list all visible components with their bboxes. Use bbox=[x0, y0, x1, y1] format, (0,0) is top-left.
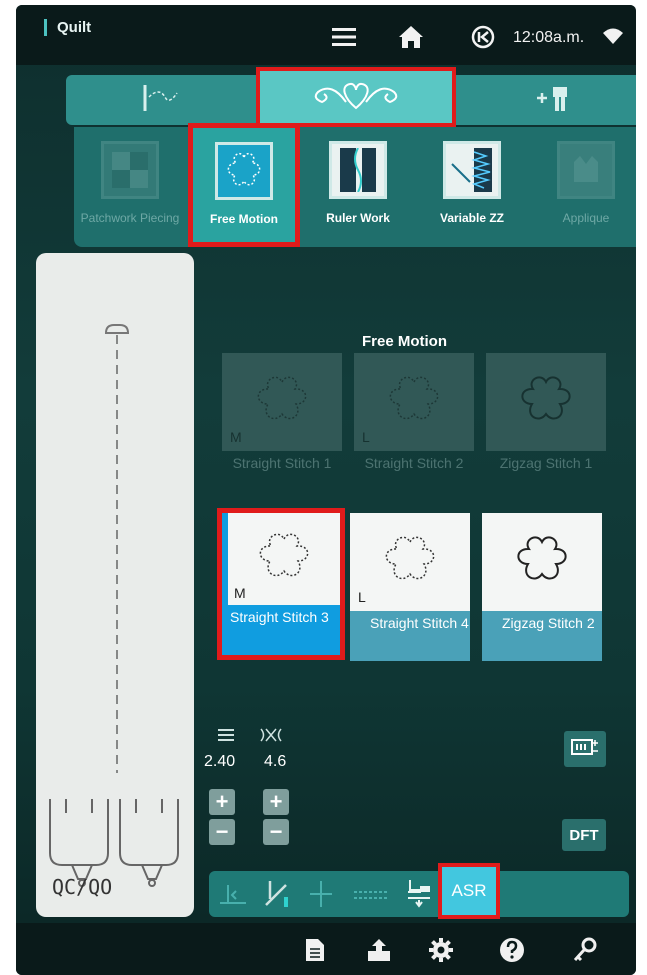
settings-icon[interactable] bbox=[428, 937, 454, 968]
file-icon[interactable] bbox=[304, 937, 326, 968]
stitch-preview-panel: QC/QO bbox=[36, 253, 194, 917]
stitch-preview-graphic bbox=[49, 324, 179, 887]
stitch-length-value: 2.40 bbox=[204, 753, 236, 770]
heart-flourish-icon bbox=[306, 78, 406, 117]
length-plus-button[interactable]: + bbox=[209, 789, 235, 815]
ruler-work-icon bbox=[329, 141, 387, 199]
stitch-thumbnail bbox=[350, 513, 470, 611]
function-toolbar: ASR bbox=[209, 863, 629, 919]
stitch-thumbnail bbox=[482, 513, 602, 611]
tie-off-icon[interactable] bbox=[213, 871, 253, 917]
quilt-tab[interactable] bbox=[256, 67, 456, 127]
home-icon[interactable] bbox=[398, 25, 424, 54]
stitch-label: Straight Stitch 4 bbox=[350, 611, 470, 661]
stitch-tile-straight-3[interactable]: M Straight Stitch 3 bbox=[217, 508, 345, 660]
stitch-settings-icon bbox=[571, 737, 599, 762]
stitch-length-icon bbox=[218, 727, 234, 748]
presser-foot-lift-icon[interactable] bbox=[399, 871, 439, 917]
foot-letter: L bbox=[358, 589, 366, 605]
width-minus-button[interactable]: − bbox=[263, 819, 289, 845]
section-title: Free Motion bbox=[362, 333, 447, 350]
technique-label: Applique bbox=[562, 211, 610, 225]
needle-position-icon[interactable] bbox=[301, 871, 341, 917]
help-icon[interactable] bbox=[499, 937, 525, 968]
stitch-tile-straight-1[interactable]: M Straight Stitch 1 bbox=[222, 353, 342, 501]
accessory-tab[interactable] bbox=[466, 75, 636, 125]
technique-label: Patchwork Piecing bbox=[80, 211, 180, 225]
foot-letter: L bbox=[362, 429, 370, 445]
wifi-icon bbox=[602, 27, 624, 50]
presser-foot-plus-icon bbox=[535, 83, 575, 118]
stitch-width-icon bbox=[260, 727, 282, 748]
stitch-label: Straight Stitch 2 bbox=[364, 455, 464, 471]
stitch-tile-zigzag-1[interactable]: Zigzag Stitch 1 bbox=[486, 353, 606, 501]
technique-bar: Patchwork Piecing Free Motion Ruler Work… bbox=[74, 123, 636, 247]
presser-foot-label: QC/QO bbox=[52, 875, 113, 899]
category-tab-bar bbox=[66, 67, 636, 127]
feed-dog-icon[interactable] bbox=[347, 871, 395, 917]
stitch-thumbnail bbox=[486, 353, 606, 451]
technique-patchwork-piecing[interactable]: Patchwork Piecing bbox=[74, 127, 186, 247]
technique-label: Variable ZZ bbox=[439, 211, 505, 225]
technique-ruler-work[interactable]: Ruler Work bbox=[302, 127, 414, 247]
app-title: Quilt bbox=[44, 19, 91, 36]
bottom-bar bbox=[16, 923, 636, 975]
stitch-label: Straight Stitch 3 bbox=[222, 605, 340, 655]
stitch-tile-straight-2[interactable]: L Straight Stitch 2 bbox=[354, 353, 474, 501]
technique-variable-zz[interactable]: Variable ZZ bbox=[416, 127, 528, 247]
foot-letter: M bbox=[230, 429, 242, 445]
foot-letter: M bbox=[234, 585, 246, 601]
width-plus-button[interactable]: + bbox=[263, 789, 289, 815]
selection-marker bbox=[222, 513, 228, 605]
stitch-thumbnail bbox=[354, 353, 474, 451]
technique-label: Ruler Work bbox=[326, 211, 390, 225]
technique-applique[interactable]: Applique bbox=[530, 127, 636, 247]
dft-button[interactable]: DFT bbox=[562, 819, 606, 851]
clock: 12:08a.m. bbox=[513, 29, 585, 46]
asr-button[interactable]: ASR bbox=[438, 863, 500, 919]
stitch-tile-straight-4[interactable]: L Straight Stitch 4 bbox=[350, 513, 470, 661]
stitch-tile-zigzag-2[interactable]: Zigzag Stitch 2 bbox=[482, 513, 602, 661]
quilt-screen: Quilt 12:08a.m. Patchwork Piecing Free M… bbox=[16, 5, 636, 975]
technique-free-motion[interactable]: Free Motion bbox=[188, 123, 300, 247]
presser-foot-icon bbox=[49, 799, 179, 887]
key-icon[interactable] bbox=[572, 937, 598, 968]
applique-icon bbox=[557, 141, 615, 199]
status-bar: Quilt 12:08a.m. bbox=[16, 5, 636, 65]
needle-thread-icon bbox=[131, 83, 181, 118]
stitch-settings-button[interactable] bbox=[564, 731, 606, 767]
stitch-label: Zigzag Stitch 2 bbox=[482, 611, 602, 661]
stitch-label: Zigzag Stitch 1 bbox=[499, 455, 593, 471]
variable-zz-icon bbox=[443, 141, 501, 199]
stitch-tab[interactable] bbox=[66, 75, 246, 125]
stitch-label: Straight Stitch 1 bbox=[232, 455, 332, 471]
patchwork-icon bbox=[101, 141, 159, 199]
menu-icon[interactable] bbox=[332, 27, 356, 52]
free-motion-icon bbox=[215, 142, 273, 200]
technique-label: Free Motion bbox=[210, 212, 278, 226]
stitch-width-value: 4.6 bbox=[264, 753, 287, 770]
length-minus-button[interactable]: − bbox=[209, 819, 235, 845]
back-icon[interactable] bbox=[471, 25, 495, 54]
export-icon[interactable] bbox=[366, 937, 392, 968]
needle-stop-icon[interactable] bbox=[257, 871, 297, 917]
